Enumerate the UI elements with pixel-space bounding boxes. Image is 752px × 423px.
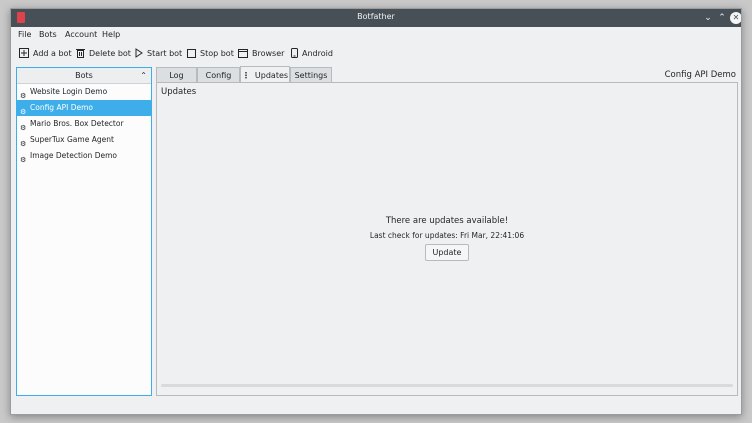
chevron-up-icon: ⌃ (140, 71, 147, 80)
bots-header[interactable]: Bots ⌃ (17, 68, 151, 84)
start-bot-button[interactable]: Start bot (135, 46, 182, 60)
tab-updates-label: Updates (254, 71, 289, 80)
bot-list-item[interactable]: ⚙ Website Login Demo (17, 84, 151, 100)
updates-title: Updates (161, 87, 197, 97)
bot-item-label: Image Detection Demo (30, 151, 117, 160)
stop-bot-label: Stop bot (200, 48, 234, 58)
menu-bots[interactable]: Bots (39, 30, 57, 39)
phone-icon (291, 48, 298, 58)
tab-updates[interactable]: ⋮ Updates (240, 66, 290, 83)
android-label: Android (302, 48, 333, 58)
stop-icon (187, 48, 196, 58)
window-title: Botfather (357, 12, 395, 21)
maximize-button[interactable]: ⌃ (715, 11, 729, 25)
updates-message: There are updates available! (385, 216, 509, 226)
bot-item-label: Mario Bros. Box Detector (30, 119, 124, 128)
title-bar[interactable]: Botfather ⌄ ⌃ ✕ (11, 9, 741, 27)
add-bot-label: Add a bot (33, 48, 72, 58)
play-icon (135, 48, 143, 58)
last-check-text: Last check for updates: Fri Mar, 22:41:0… (369, 231, 525, 240)
menu-file[interactable]: File (18, 30, 31, 39)
bots-panel: Bots ⌃ ⚙ Website Login Demo ⚙ Config API… (16, 67, 152, 396)
main-window: Botfather ⌄ ⌃ ✕ File Bots Account Help A… (10, 8, 742, 415)
selected-bot-label: Config API Demo (664, 70, 736, 80)
update-button[interactable]: Update (425, 244, 469, 261)
bot-list-item-selected[interactable]: ⚙ Config API Demo (17, 100, 151, 116)
delete-bot-button[interactable]: Delete bot (76, 46, 131, 60)
updates-panel: Updates There are updates available! Las… (156, 82, 738, 396)
bot-item-label: SuperTux Game Agent (30, 135, 114, 144)
close-button[interactable]: ✕ (730, 12, 741, 24)
toolbar: Add a bot Delete bot Start bot Stop bot … (11, 43, 741, 63)
bot-list-item[interactable]: ⚙ SuperTux Game Agent (17, 132, 151, 148)
bot-item-label: Config API Demo (30, 103, 93, 112)
add-bot-button[interactable]: Add a bot (19, 46, 72, 60)
bots-header-label: Bots (75, 71, 93, 80)
stop-bot-button[interactable]: Stop bot (187, 46, 234, 60)
menu-bar: File Bots Account Help (11, 27, 741, 43)
delete-bot-label: Delete bot (89, 48, 131, 58)
bot-list-item[interactable]: ⚙ Image Detection Demo (17, 148, 151, 164)
horizontal-scrollbar[interactable] (161, 384, 733, 387)
bot-icon: ⚙ (20, 156, 27, 164)
trash-icon (76, 49, 85, 58)
tab-settings[interactable]: Settings (290, 67, 332, 82)
menu-help[interactable]: Help (102, 30, 120, 39)
tab-log[interactable]: Log (156, 67, 197, 82)
start-bot-label: Start bot (147, 48, 183, 58)
info-icon: ⋮ (241, 71, 250, 80)
plus-icon (19, 48, 29, 58)
android-button[interactable]: Android (291, 46, 333, 60)
browser-button[interactable]: Browser (238, 46, 284, 60)
minimize-button[interactable]: ⌄ (701, 11, 715, 25)
bot-item-label: Website Login Demo (30, 87, 108, 96)
menu-account[interactable]: Account (65, 30, 97, 39)
browser-label: Browser (252, 48, 285, 58)
browser-icon (238, 48, 248, 58)
bot-list-item[interactable]: ⚙ Mario Bros. Box Detector (17, 116, 151, 132)
tab-config[interactable]: Config (197, 67, 240, 82)
